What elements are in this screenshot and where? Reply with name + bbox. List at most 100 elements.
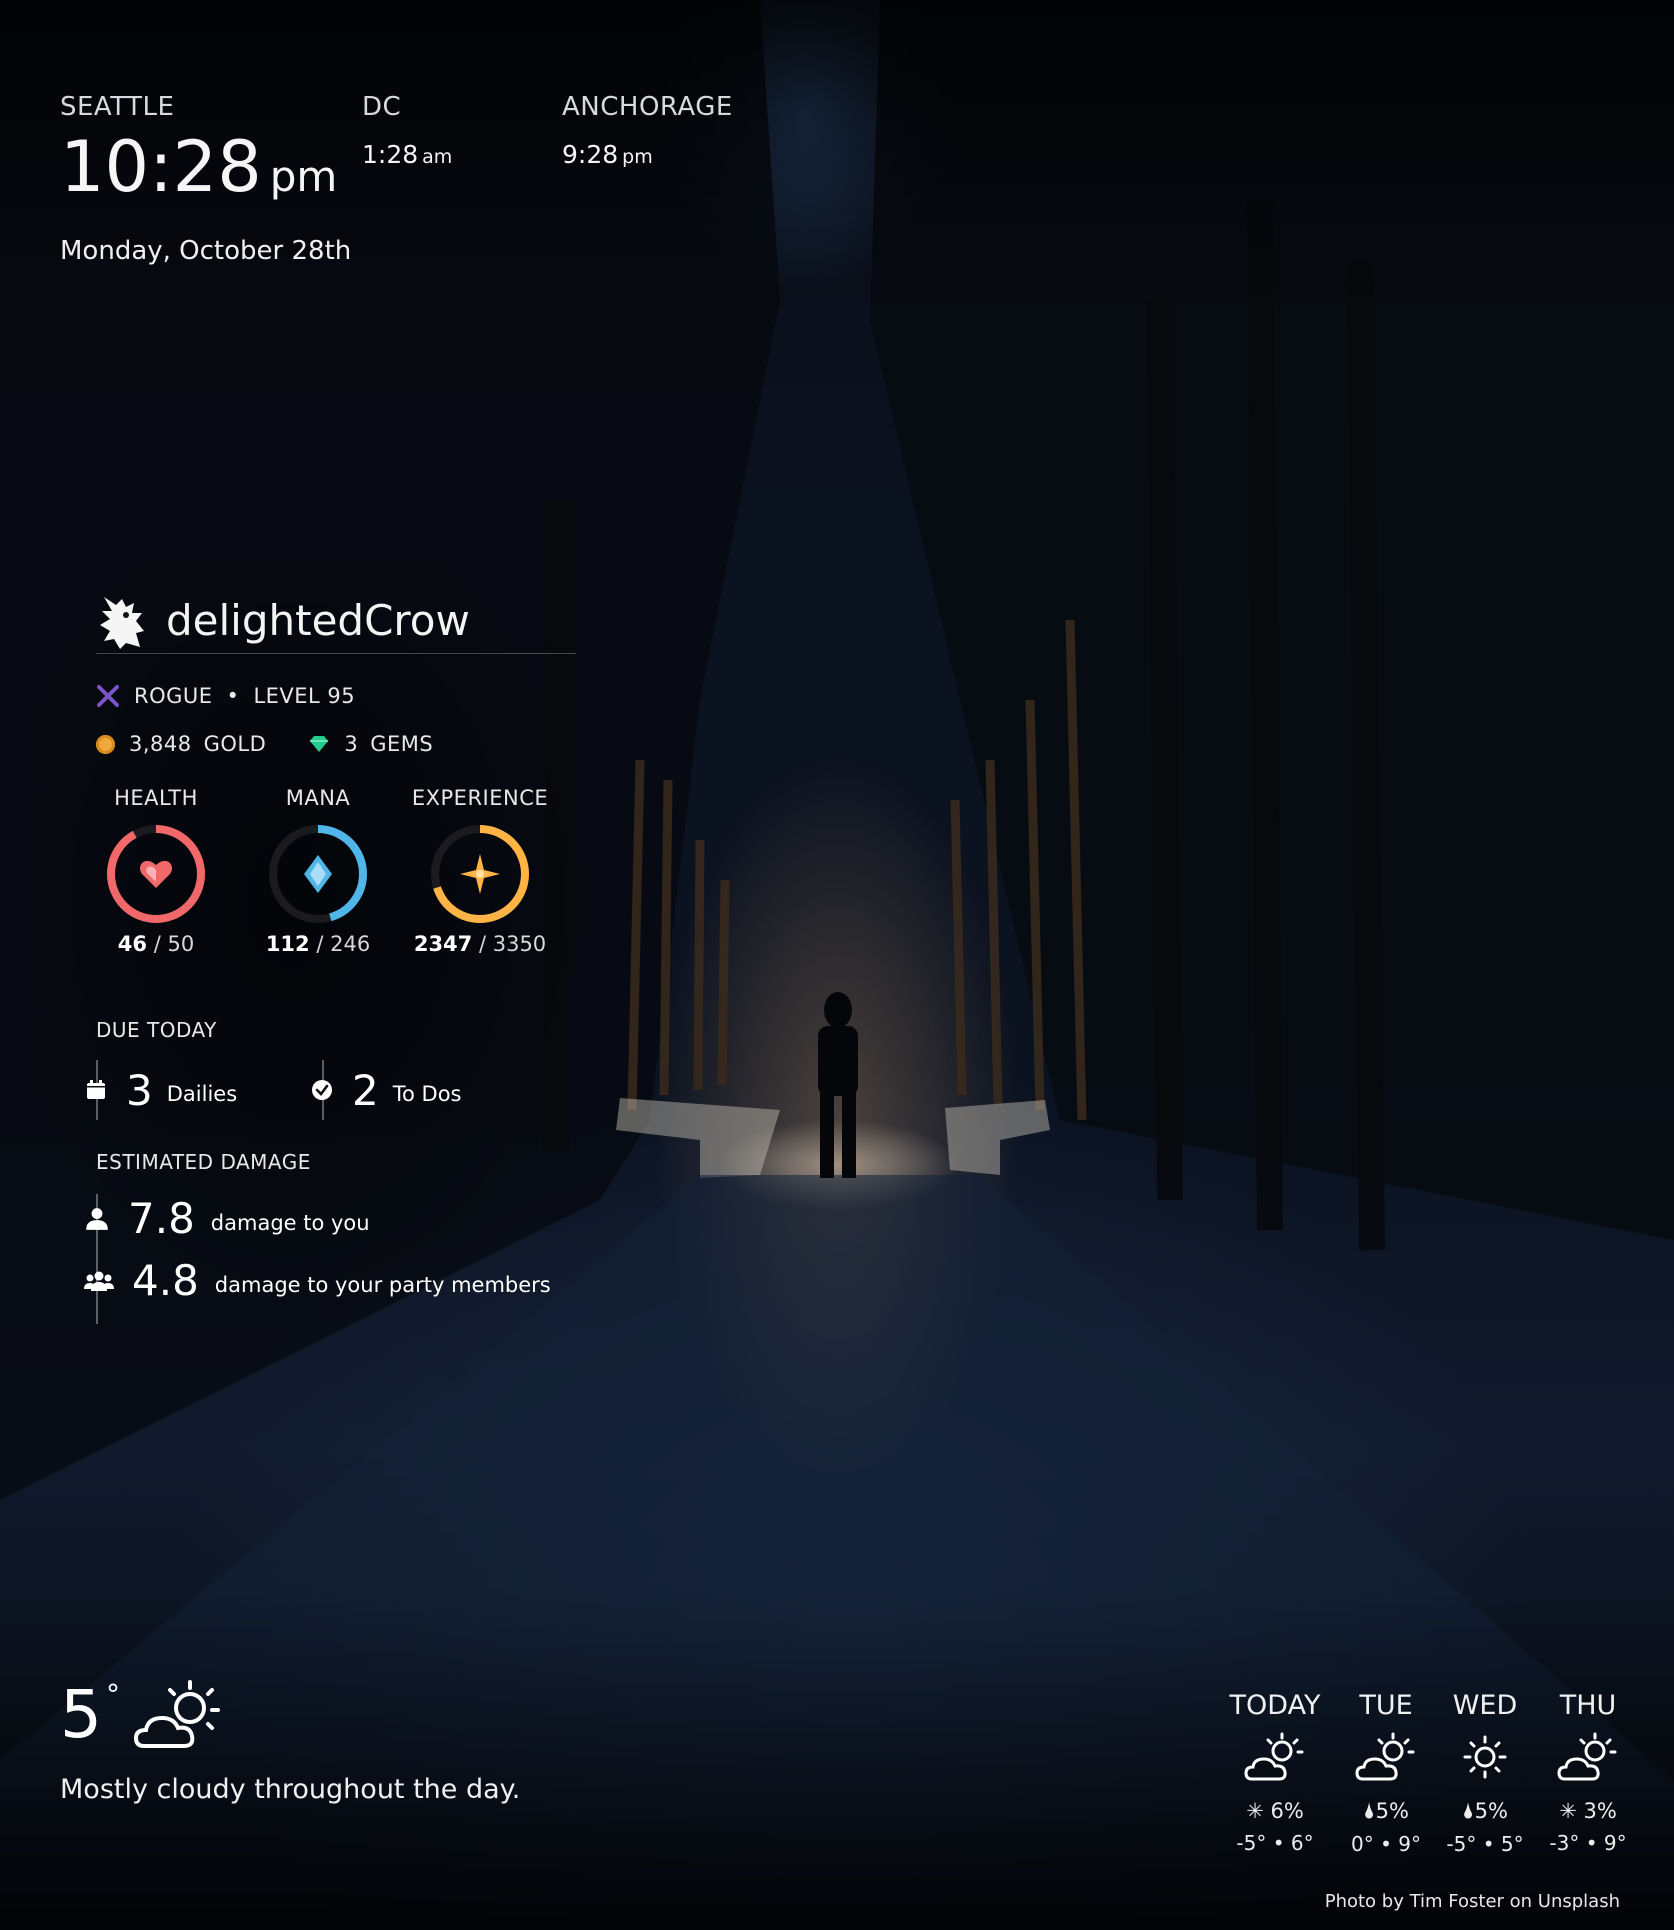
clock-date: Monday, October 28th xyxy=(60,236,352,266)
clock-city: DC xyxy=(362,92,402,122)
clock-ampm: pm xyxy=(622,146,653,168)
rogue-class-icon xyxy=(97,685,119,707)
partly-cloudy-icon xyxy=(134,1680,220,1748)
temperature-value: 5 xyxy=(60,1676,102,1753)
diamond-icon xyxy=(304,855,332,893)
gryphon-logo-icon xyxy=(100,596,144,649)
forecast-day-name: TODAY xyxy=(1229,1690,1321,1721)
clock-ampm: pm xyxy=(269,152,338,201)
damage-to-you: 7.8 damage to you xyxy=(84,1194,370,1243)
stat-health: HEALTH 46 / 50 xyxy=(86,786,226,956)
stat-max: / 50 xyxy=(153,932,195,956)
stat-label: EXPERIENCE xyxy=(411,786,549,810)
sun-icon xyxy=(1463,1735,1507,1779)
forecast-precip-value: 5% xyxy=(1474,1799,1508,1823)
forecast-precip: 🌢5% xyxy=(1331,1799,1441,1824)
stat-max: / 3350 xyxy=(478,932,547,956)
partly-cloudy-icon xyxy=(1557,1732,1617,1781)
due-today-title: DUE TODAY xyxy=(96,1018,217,1042)
clock-time: 1:28 am xyxy=(362,140,452,169)
partly-cloudy-icon xyxy=(1244,1732,1304,1781)
stat-current: 2347 xyxy=(413,932,473,956)
partly-cloudy-icon xyxy=(1355,1732,1415,1781)
current-temperature: 5 ° xyxy=(60,1680,520,1752)
dailies-number: 3 xyxy=(126,1065,153,1115)
forecast-precip: ✳ 3% xyxy=(1533,1799,1643,1823)
forecast-range: -5° • 5° xyxy=(1446,1832,1524,1856)
stat-mana: MANA 112 / 246 xyxy=(248,786,388,956)
habitica-panel: delightedCrow ROGUE • LEVEL 95 3,848 GOL… xyxy=(84,588,576,1324)
forecast-day-name: TUE xyxy=(1359,1690,1413,1721)
stat-value: 112 / 246 xyxy=(248,932,388,956)
clock-seattle: SEATTLE 10:28 pm Monday, October 28th xyxy=(60,92,351,266)
estimated-damage-title: ESTIMATED DAMAGE xyxy=(96,1150,311,1174)
damage-you-value: 7.8 xyxy=(128,1194,195,1243)
health-ring xyxy=(107,825,205,923)
gold-coin-icon xyxy=(96,734,115,754)
gold-amount: 3,848 xyxy=(129,732,192,756)
forecast-precip: ✳ 6% xyxy=(1220,1799,1330,1823)
todos-count: 2 To Dos xyxy=(310,1060,461,1120)
dailies-label: Dailies xyxy=(166,1082,238,1106)
habitica-header: delightedCrow xyxy=(96,588,576,654)
damage-you-label: damage to you xyxy=(210,1210,370,1235)
gem-icon xyxy=(310,736,329,752)
forecast-precip: 🌢5% xyxy=(1430,1799,1540,1824)
damage-list: 7.8 damage to you 4.8 damage to your par… xyxy=(84,1194,564,1324)
heart-icon xyxy=(140,860,172,888)
mana-ring xyxy=(269,825,367,923)
clock-time-value: 9:28 xyxy=(562,140,619,169)
clock-dc: DC 1:28 am xyxy=(362,92,452,169)
stats: HEALTH 46 / 50 MANA 112 / 246 EXPERIENCE… xyxy=(96,786,576,986)
stat-label: HEALTH xyxy=(114,786,198,810)
clock-city: SEATTLE xyxy=(60,92,175,122)
due-today-row: 3 Dailies 2 To Dos xyxy=(87,1060,576,1120)
separator-dot: • xyxy=(226,684,240,708)
stat-current: 112 xyxy=(265,932,310,956)
clock-anchorage: ANCHORAGE 9:28 pm xyxy=(562,92,733,169)
user-icon xyxy=(86,1207,108,1230)
stat-label: MANA xyxy=(285,786,351,810)
damage-party-value: 4.8 xyxy=(132,1256,199,1305)
raindrop-icon: 🌢 xyxy=(1363,1799,1376,1823)
party-users-icon xyxy=(84,1271,114,1291)
clock-time: 10:28 pm xyxy=(60,128,351,216)
stat-max: / 246 xyxy=(316,932,371,956)
star-icon xyxy=(460,854,500,894)
clock-city: ANCHORAGE xyxy=(562,92,733,122)
stat-current: 46 xyxy=(117,932,148,956)
damage-party-label: damage to your party members xyxy=(214,1272,551,1297)
photo-credit-link[interactable]: Photo by Tim Foster on Unsplash xyxy=(1325,1891,1620,1912)
degree-symbol: ° xyxy=(106,1678,120,1711)
current-weather: 5 ° Mostly cloudy throughout the day. xyxy=(60,1680,521,1806)
forecast-range: 0° • 9° xyxy=(1351,1832,1421,1856)
todos-number: 2 xyxy=(352,1065,379,1115)
forecast-day: TODAY ✳ 6% -5° • 6° xyxy=(1220,1690,1330,1855)
dailies-count: 3 Dailies xyxy=(84,1060,237,1120)
username: delightedCrow xyxy=(166,596,470,645)
forecast-precip-value: 3% xyxy=(1583,1799,1617,1823)
clock-ampm: am xyxy=(422,146,453,168)
forecast-day: THU ✳ 3% -3° • 9° xyxy=(1533,1690,1643,1855)
damage-to-party: 4.8 damage to your party members xyxy=(84,1256,551,1305)
forecast-day: WED 🌢5% -5° • 5° xyxy=(1430,1690,1540,1856)
calendar-icon xyxy=(87,1080,105,1099)
clock-time: 9:28 pm xyxy=(562,140,733,169)
raindrop-icon: 🌢 xyxy=(1462,1799,1475,1823)
experience-ring xyxy=(431,825,529,923)
forecast-range: -5° • 6° xyxy=(1236,1831,1314,1855)
snowflake-icon: ✳ xyxy=(1559,1799,1577,1823)
gems-amount: 3 xyxy=(344,732,359,756)
stat-value: 46 / 50 xyxy=(86,932,226,956)
forecast-day-name: WED xyxy=(1452,1690,1518,1721)
weather-summary: Mostly cloudy throughout the day. xyxy=(60,1774,521,1805)
class-name: ROGUE xyxy=(134,684,213,708)
forecast-precip-value: 5% xyxy=(1375,1799,1409,1823)
currency-row: 3,848 GOLD 3 GEMS xyxy=(96,732,576,756)
forecast-day: TUE 🌢5% 0° • 9° xyxy=(1331,1690,1441,1856)
forecast-range: -3° • 9° xyxy=(1549,1831,1627,1855)
gems-label: GEMS xyxy=(370,732,434,756)
clock-time-value: 10:28 xyxy=(60,126,262,208)
stat-experience: EXPERIENCE 2347 / 3350 xyxy=(410,786,550,956)
stat-value: 2347 / 3350 xyxy=(410,932,550,956)
